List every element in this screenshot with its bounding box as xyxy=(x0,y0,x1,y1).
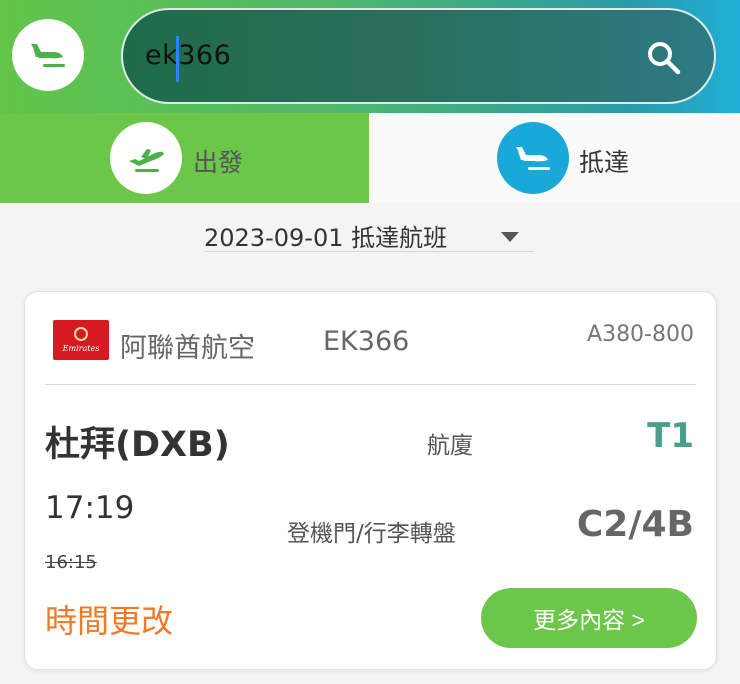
gate-carousel-value: C2/4B xyxy=(576,504,694,545)
tab-arrival-icon-circle xyxy=(497,122,569,194)
airline-emblem-icon xyxy=(74,327,88,341)
text-cursor xyxy=(176,36,179,82)
terminal-value: T1 xyxy=(647,416,694,456)
more-details-button[interactable]: 更多內容 > xyxy=(481,588,697,648)
revised-time: 17:19 xyxy=(45,490,135,526)
date-selector[interactable]: 2023-09-01 抵達航班 xyxy=(204,216,534,252)
terminal-label: 航廈 xyxy=(427,433,473,459)
aircraft-type: A380-800 xyxy=(587,322,694,347)
airline-logo-text: Emirates xyxy=(62,344,100,353)
plane-arrival-icon xyxy=(516,147,550,170)
origin-city: 杜拜(DXB) xyxy=(45,425,230,465)
dropdown-arrow-icon xyxy=(501,232,519,242)
search-input[interactable]: ek366 xyxy=(145,40,231,71)
card-divider xyxy=(45,384,696,385)
tab-departure-label: 出發 xyxy=(193,148,244,177)
airline-logo: Emirates xyxy=(53,320,109,360)
tab-arrival-label: 抵達 xyxy=(579,148,630,177)
tab-departure-icon-circle xyxy=(110,122,182,194)
flight-card: Emirates 阿聯酋航空 EK366 A380-800 杜拜(DXB) 航廈… xyxy=(24,291,717,670)
scheduled-time: 16:15 xyxy=(45,552,97,573)
app-header: ek366 xyxy=(0,0,740,113)
tab-departure[interactable]: 出發 xyxy=(0,113,369,203)
status-badge: 時間更改 xyxy=(45,602,174,640)
flight-search-box[interactable]: ek366 xyxy=(121,8,716,104)
search-button[interactable] xyxy=(642,36,686,80)
search-icon xyxy=(648,42,681,75)
airline-name: 阿聯酋航空 xyxy=(120,333,255,364)
tab-arrival[interactable]: 抵達 xyxy=(369,113,740,203)
gate-carousel-label: 登機門/行李轉盤 xyxy=(287,521,456,547)
plane-landing-icon xyxy=(31,44,65,67)
departure-arrival-tabs: 出發 抵達 xyxy=(0,113,740,203)
plane-departure-icon xyxy=(129,149,164,172)
date-selector-value: 2023-09-01 抵達航班 xyxy=(204,224,448,252)
flight-number: EK366 xyxy=(323,326,410,357)
app-logo[interactable] xyxy=(12,19,84,91)
